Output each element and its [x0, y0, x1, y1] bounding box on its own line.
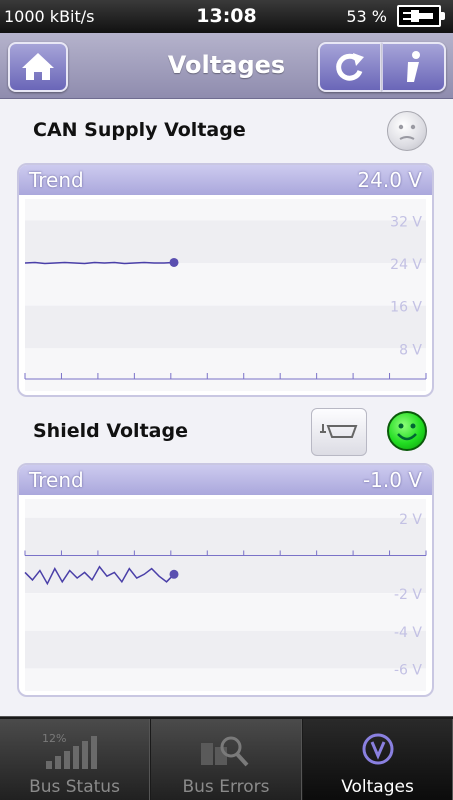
y-tick-label: 24 V: [390, 257, 422, 273]
y-tick-label: -4 V: [394, 625, 422, 641]
tab-voltages[interactable]: Voltages: [303, 719, 453, 800]
shield-voltage-trend-chart: Trend -1.0 V 2 V -2 V -4 V -6 V: [17, 463, 434, 697]
plot-band: [25, 199, 426, 221]
trend-label: Trend: [29, 468, 84, 492]
plot-band: [25, 668, 426, 691]
title-bar: Voltages: [0, 33, 453, 99]
chart-header: Trend -1.0 V: [19, 465, 432, 495]
info-button[interactable]: [382, 42, 446, 92]
current-voltage-value: 24.0 V: [357, 168, 422, 192]
y-tick-label: -6 V: [394, 662, 422, 678]
info-icon: [407, 51, 420, 82]
tab-bus-errors[interactable]: Bus Errors: [151, 719, 302, 800]
signal-bars-icon: 12%: [42, 732, 97, 769]
plot-band: [25, 630, 426, 669]
chart-header: Trend 24.0 V: [19, 165, 432, 195]
happy-face-icon: [387, 411, 427, 451]
trend-label: Trend: [29, 168, 84, 192]
battery-charging-icon: [397, 5, 445, 27]
bus-load-badge: 12%: [42, 732, 66, 745]
plot-band: [25, 263, 426, 306]
ground-connector-icon: [320, 424, 358, 438]
y-tick-label: -2 V: [394, 587, 422, 603]
plot-band: [25, 348, 426, 391]
y-tick-label: 2 V: [399, 512, 422, 528]
refresh-icon: [336, 53, 364, 81]
latest-value-marker: [169, 257, 179, 267]
current-voltage-value: -1.0 V: [362, 468, 422, 492]
shield-voltage-label: Shield Voltage: [33, 420, 188, 442]
battery-percent: 53 %: [346, 7, 387, 26]
tab-label: Bus Errors: [182, 777, 270, 797]
trend-plot: 2 V -2 V -4 V -6 V: [24, 499, 427, 691]
can-supply-label: CAN Supply Voltage: [33, 119, 246, 141]
y-tick-label: 8 V: [399, 342, 422, 358]
bottom-tab-bar: 12% Bus Status Bus Errors Voltages: [0, 716, 453, 800]
refresh-button[interactable]: [318, 42, 382, 92]
status-bar: 1000 kBit/s 13:08 53 %: [0, 0, 453, 33]
tab-label: Bus Status: [29, 777, 120, 797]
magnifier-icon: [201, 736, 249, 767]
tab-bus-status[interactable]: 12% Bus Status: [0, 719, 150, 800]
plot-band: [25, 593, 426, 631]
trend-plot: 32 V 24 V 16 V 8 V: [24, 199, 427, 391]
y-tick-label: 32 V: [390, 214, 422, 230]
latest-value-marker: [169, 569, 179, 579]
can-supply-trend-chart: Trend 24.0 V 32 V 24 V 16 V 8 V: [17, 163, 434, 397]
tab-label: Voltages: [341, 777, 414, 797]
neutral-face-icon: [387, 111, 427, 151]
plot-band: [25, 499, 426, 518]
plot-band: [25, 305, 426, 349]
plot-band: [25, 220, 426, 263]
y-tick-label: 16 V: [390, 300, 422, 316]
voltage-icon: [362, 733, 394, 765]
ground-connector-button[interactable]: [311, 408, 367, 456]
